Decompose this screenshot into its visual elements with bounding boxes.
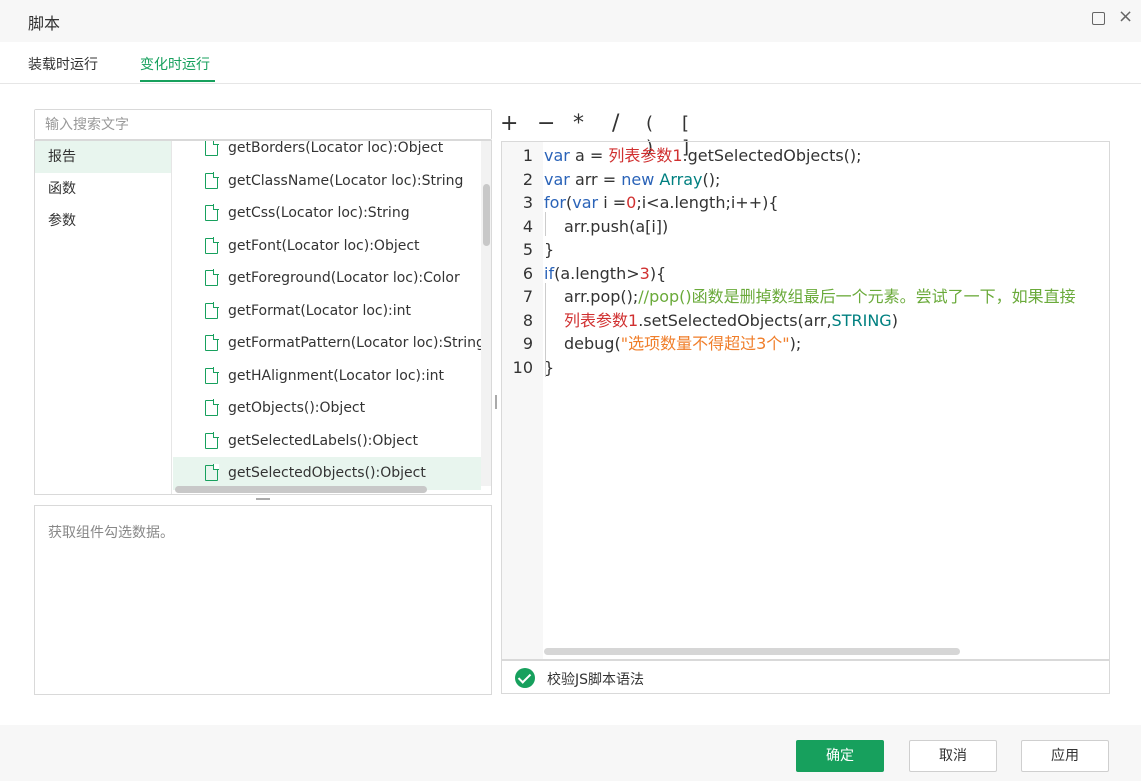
search-input[interactable] — [35, 110, 491, 139]
line-number: 2 — [522, 169, 533, 189]
indent-guide — [545, 212, 546, 236]
line-number: 4 — [522, 216, 533, 236]
function-label: getForeground(Locator loc):Color — [228, 270, 460, 286]
function-item[interactable]: getFormat(Locator loc):int — [173, 295, 481, 328]
code-editor[interactable]: 1 var a = 列表参数1.getSelectedObjects(); 2 … — [501, 141, 1110, 660]
function-item[interactable]: getCss(Locator loc):String — [173, 197, 481, 230]
function-item[interactable]: getFormatPattern(Locator loc):String — [173, 327, 485, 360]
tab-on-change[interactable]: 变化时运行 — [140, 54, 210, 74]
apply-button[interactable]: 应用 — [1021, 740, 1109, 772]
close-icon[interactable]: × — [1118, 8, 1133, 26]
line-number: 10 — [512, 357, 533, 377]
active-tab-indicator — [140, 80, 215, 82]
line-number: 3 — [522, 193, 533, 212]
line-number: 8 — [522, 310, 533, 330]
title-bar: 脚本 × — [0, 0, 1141, 42]
line-number: 7 — [522, 287, 533, 306]
function-item[interactable]: getForeground(Locator loc):Color — [173, 262, 481, 295]
code-text: } — [544, 357, 555, 377]
editor-hscroll-thumb[interactable] — [544, 648, 960, 655]
function-doc-icon — [205, 171, 219, 189]
code-text: arr.push(a[i]) — [564, 216, 669, 236]
line-number: 5 — [522, 240, 533, 259]
divide-operator-button[interactable]: / — [612, 112, 619, 136]
code-text: 列表参数1.setSelectedObjects(arr,STRING) — [564, 310, 898, 330]
function-doc-icon — [205, 399, 219, 416]
function-item[interactable]: getBorders(Locator loc):Object — [173, 140, 481, 165]
function-doc-icon — [205, 366, 219, 384]
function-doc-icon — [205, 204, 219, 221]
category-list: 报告 函数 参数 — [35, 141, 172, 494]
function-label: getObjects():Object — [228, 400, 366, 416]
code-text: arr.pop();//pop()函数是删掉数组最后一个元素。尝试了一下，如果直… — [564, 287, 1076, 306]
function-doc-icon — [205, 334, 219, 351]
function-label: getCss(Locator loc):String — [228, 205, 410, 221]
function-item[interactable]: getObjects():Object — [173, 392, 481, 425]
function-item[interactable]: getClassName(Locator loc):String — [173, 165, 481, 198]
function-label: getFormatPattern(Locator loc):String — [228, 335, 485, 351]
code-text: for(var i =0;i<a.length;i++){ — [544, 193, 779, 212]
search-box[interactable] — [34, 109, 492, 140]
description-panel: 获取组件勾选数据。 — [34, 505, 492, 695]
function-item[interactable]: getSelectedLabels():Object — [173, 425, 481, 458]
script-dialog: 脚本 × 装载时运行 变化时运行 报告 函数 参数 getBorders(Loc… — [0, 0, 1141, 781]
code-text: } — [544, 240, 555, 259]
function-label: getFont(Locator loc):Object — [228, 237, 420, 254]
tab-bar: 装载时运行 变化时运行 — [0, 42, 1141, 84]
category-functions[interactable]: 函数 — [35, 173, 171, 205]
plus-operator-button[interactable]: + — [500, 112, 518, 136]
code-text: debug("选项数量不得超过3个"); — [564, 334, 802, 353]
function-description: 获取组件勾选数据。 — [48, 525, 174, 541]
code-text: var arr = new Array(); — [544, 169, 721, 189]
vertical-splitter-handle[interactable] — [495, 395, 497, 409]
code-text: if(a.length>3){ — [544, 263, 667, 283]
minus-operator-button[interactable]: − — [537, 112, 555, 136]
category-parameters[interactable]: 参数 — [35, 205, 171, 237]
function-doc-icon — [205, 431, 219, 449]
check-circle-icon[interactable] — [515, 668, 535, 688]
function-label: getSelectedObjects():Object — [228, 465, 426, 481]
dialog-footer: 确定 取消 应用 — [0, 725, 1141, 781]
validate-syntax-button[interactable]: 校验JS脚本语法 — [547, 669, 644, 689]
function-label: getSelectedLabels():Object — [228, 432, 418, 449]
function-doc-icon — [205, 301, 219, 319]
multiply-operator-button[interactable]: * — [573, 112, 584, 136]
line-number: 9 — [522, 334, 533, 353]
maximize-icon[interactable] — [1092, 12, 1105, 25]
function-list-scroll-thumb[interactable] — [483, 184, 490, 246]
line-number: 1 — [522, 146, 533, 165]
function-item[interactable]: getFont(Locator loc):Object — [173, 230, 481, 263]
function-doc-icon — [205, 269, 219, 286]
code-text: var a = 列表参数1.getSelectedObjects(); — [544, 146, 862, 165]
function-label: getFormat(Locator loc):int — [228, 302, 412, 319]
function-item-selected[interactable]: getSelectedObjects():Object — [173, 457, 481, 490]
line-number: 6 — [522, 263, 533, 283]
ok-button[interactable]: 确定 — [796, 740, 884, 772]
function-list: getBorders(Locator loc):Object getClassN… — [173, 140, 485, 490]
tab-on-load[interactable]: 装载时运行 — [28, 54, 98, 74]
cancel-button[interactable]: 取消 — [909, 740, 997, 772]
function-doc-icon — [205, 141, 219, 156]
horizontal-splitter-handle[interactable] — [256, 498, 270, 500]
function-doc-icon — [205, 464, 219, 481]
category-report[interactable]: 报告 — [35, 141, 171, 173]
function-label: getHAlignment(Locator loc):int — [228, 367, 444, 384]
function-browser: 报告 函数 参数 getBorders(Locator loc):Object … — [34, 140, 492, 495]
function-list-hscroll-thumb[interactable] — [175, 486, 427, 493]
function-label: getClassName(Locator loc):String — [228, 172, 464, 189]
validate-syntax-bar: 校验JS脚本语法 — [501, 660, 1110, 694]
function-label: getBorders(Locator loc):Object — [228, 140, 444, 156]
function-item[interactable]: getHAlignment(Locator loc):int — [173, 360, 481, 393]
dialog-title: 脚本 — [28, 14, 61, 33]
function-doc-icon — [205, 236, 219, 254]
